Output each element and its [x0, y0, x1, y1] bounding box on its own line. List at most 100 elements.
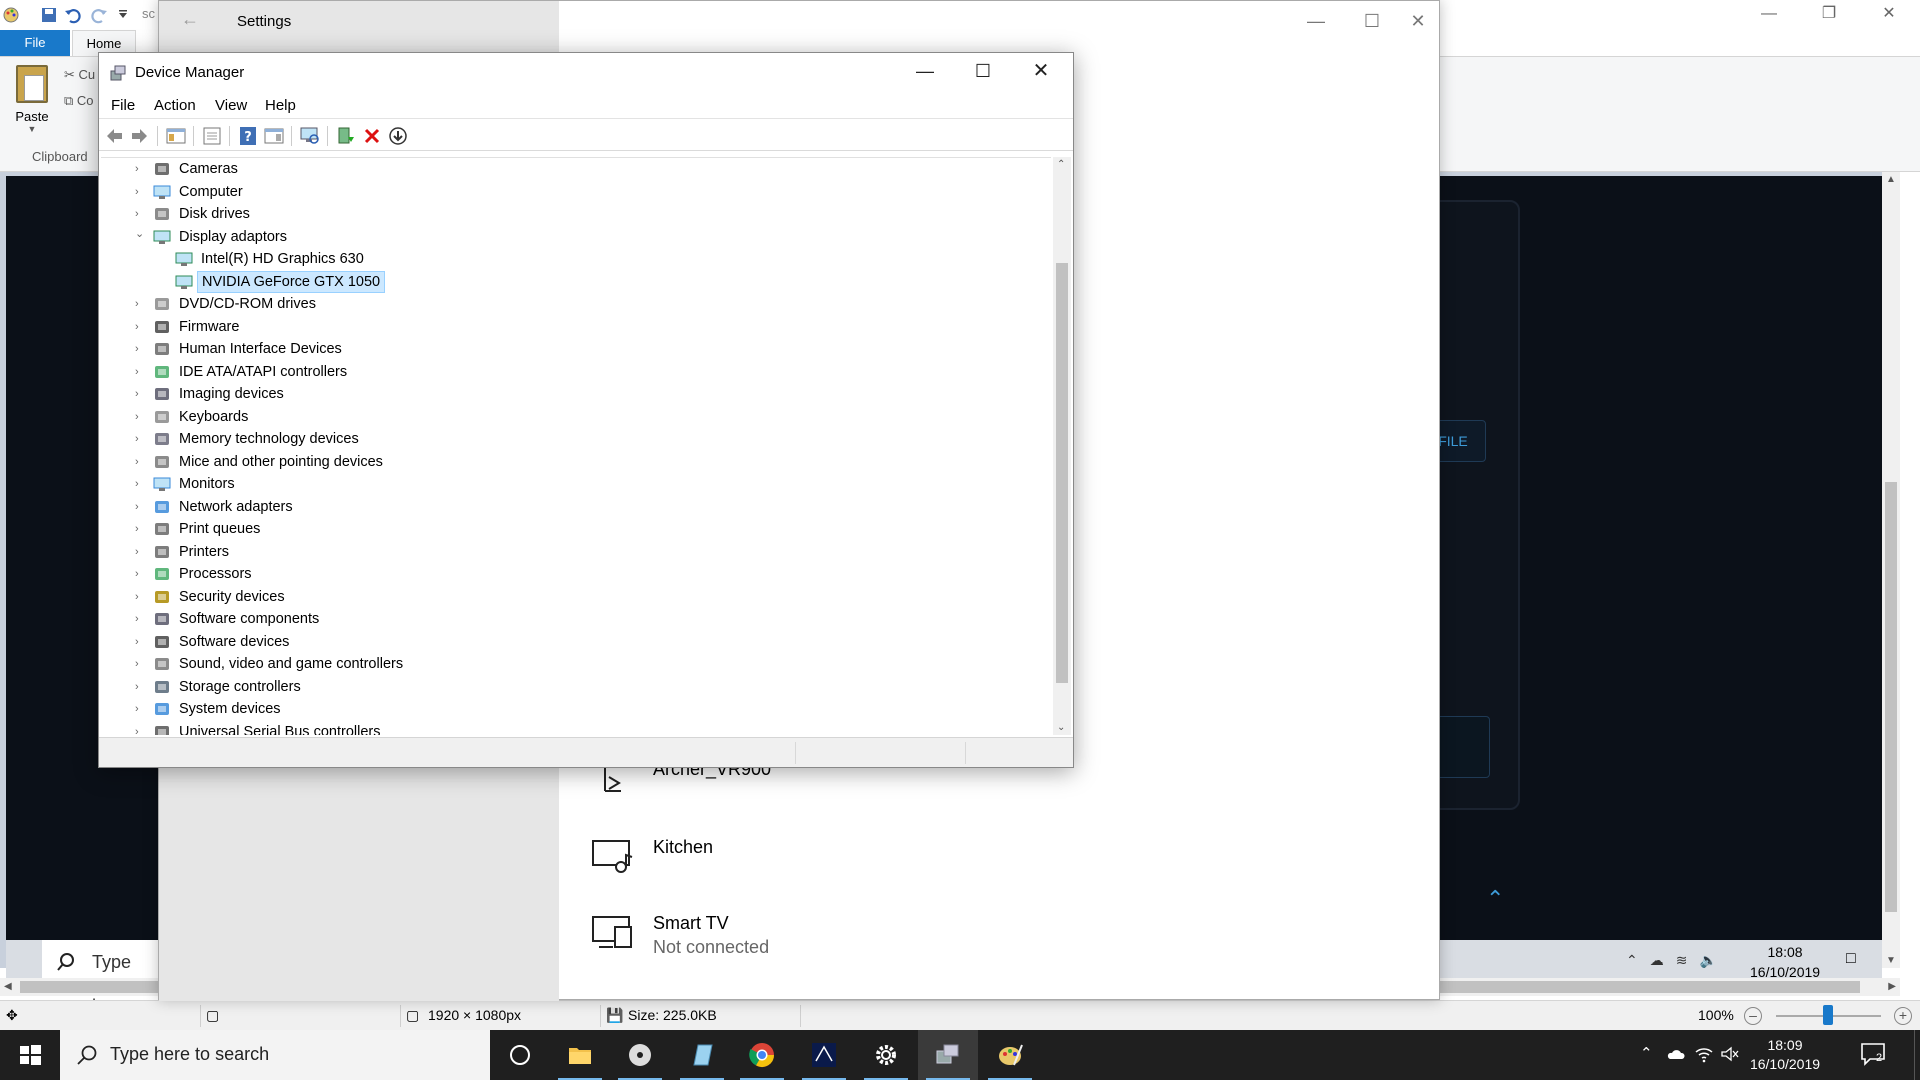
tree-item[interactable]: › Print queues	[101, 518, 1041, 540]
taskbar-paint[interactable]	[980, 1030, 1040, 1080]
forward-arrow-icon[interactable]	[129, 125, 151, 147]
tree-item[interactable]: › Firmware	[101, 316, 1041, 338]
help-icon[interactable]: ?	[237, 125, 259, 147]
scroll-down-icon[interactable]: ▼	[1886, 955, 1896, 966]
menu-view[interactable]: View	[215, 97, 247, 114]
taskbar-device-manager[interactable]	[918, 1030, 978, 1080]
scroll-down-icon[interactable]: ⌄	[1057, 722, 1065, 733]
paint-close-button[interactable]: ✕	[1866, 0, 1912, 30]
volume-muted-icon[interactable]	[1720, 1044, 1740, 1064]
chevron-right-icon[interactable]: ›	[135, 518, 145, 540]
device-tree[interactable]: › Cameras › Computer › Disk drives ⌄ Display ad…	[101, 157, 1051, 735]
chevron-right-icon[interactable]: ›	[135, 293, 145, 315]
show-desktop-button[interactable]	[1914, 1030, 1920, 1080]
tree-item[interactable]: › Cameras	[101, 158, 1041, 180]
chevron-right-icon[interactable]: ›	[135, 361, 145, 383]
tree-item[interactable]: › Computer	[101, 181, 1041, 203]
customize-qat-icon[interactable]	[114, 6, 132, 24]
tree-item[interactable]: › Mice and other pointing devices	[101, 451, 1041, 473]
menu-action[interactable]: Action	[154, 97, 196, 114]
settings-minimize-button[interactable]: —	[1293, 7, 1339, 35]
chevron-right-icon[interactable]: ›	[135, 383, 145, 405]
tree-item[interactable]: › IDE ATA/ATAPI controllers	[101, 361, 1041, 383]
tree-item[interactable]: › Processors	[101, 563, 1041, 585]
settings-maximize-button[interactable]: ☐	[1349, 7, 1395, 35]
tree-item[interactable]: Intel(R) HD Graphics 630	[101, 248, 1041, 270]
chevron-up-icon[interactable]: ⌃	[1640, 1044, 1660, 1064]
menu-help[interactable]: Help	[265, 97, 296, 114]
cut-button[interactable]: ✂ Cu	[64, 67, 95, 83]
tree-item[interactable]: › Security devices	[101, 586, 1041, 608]
tree-item[interactable]: › Keyboards	[101, 406, 1041, 428]
chevron-right-icon[interactable]: ›	[135, 586, 145, 608]
settings-close-button[interactable]: ✕	[1395, 7, 1441, 35]
chevron-right-icon[interactable]: ›	[135, 451, 145, 473]
vertical-scroll-thumb[interactable]	[1885, 482, 1897, 912]
chevron-right-icon[interactable]: ›	[135, 496, 145, 518]
tree-item[interactable]: › Monitors	[101, 473, 1041, 495]
save-icon[interactable]	[40, 6, 58, 24]
taskbar-game[interactable]	[794, 1030, 854, 1080]
redo-icon[interactable]	[90, 6, 108, 24]
tree-item[interactable]: › Human Interface Devices	[101, 338, 1041, 360]
taskbar-chrome[interactable]	[732, 1030, 792, 1080]
taskbar-clock[interactable]: 18:09 16/10/2019	[1740, 1036, 1830, 1074]
tree-item[interactable]: › Memory technology devices	[101, 428, 1041, 450]
chevron-right-icon[interactable]: ›	[135, 428, 145, 450]
chevron-right-icon[interactable]: ›	[135, 406, 145, 428]
chevron-right-icon[interactable]: ›	[135, 721, 145, 736]
device-tree-scrollbar[interactable]: ⌃ ⌄	[1053, 157, 1071, 735]
chevron-down-icon[interactable]: ⌄	[135, 223, 145, 245]
update-driver-icon[interactable]	[335, 125, 357, 147]
chevron-right-icon[interactable]: ›	[135, 541, 145, 563]
dm-minimize-button[interactable]: —	[897, 53, 953, 89]
onedrive-cloud-icon[interactable]	[1666, 1044, 1686, 1064]
chevron-right-icon[interactable]: ›	[135, 563, 145, 585]
tree-item[interactable]: › Storage controllers	[101, 676, 1041, 698]
action-pane-icon[interactable]	[263, 125, 285, 147]
scroll-up-icon[interactable]: ⌃	[1057, 159, 1065, 170]
properties-icon[interactable]	[201, 125, 223, 147]
tree-item[interactable]: › Disk drives	[101, 203, 1041, 225]
scroll-left-icon[interactable]: ◀	[4, 981, 12, 992]
tree-item[interactable]: › Sound, video and game controllers	[101, 653, 1041, 675]
zoom-in-button[interactable]: +	[1894, 1007, 1912, 1025]
chevron-right-icon[interactable]: ›	[135, 158, 145, 180]
tree-item[interactable]: › Imaging devices	[101, 383, 1041, 405]
paint-minimize-button[interactable]: —	[1746, 0, 1792, 30]
chevron-right-icon[interactable]: ›	[135, 698, 145, 720]
undo-icon[interactable]	[64, 6, 82, 24]
uninstall-device-icon[interactable]	[361, 125, 383, 147]
menu-file[interactable]: File	[111, 97, 135, 114]
tree-item[interactable]: › System devices	[101, 698, 1041, 720]
tree-item[interactable]: NVIDIA GeForce GTX 1050	[101, 270, 1041, 293]
tree-item[interactable]: ⌄ Display adaptors	[101, 226, 1041, 248]
chevron-right-icon[interactable]: ›	[135, 338, 145, 360]
scroll-right-icon[interactable]: ▶	[1888, 981, 1896, 992]
tree-scroll-thumb[interactable]	[1056, 263, 1068, 683]
taskbar-media-player[interactable]	[610, 1030, 670, 1080]
wifi-icon[interactable]	[1694, 1044, 1714, 1064]
tree-item[interactable]: › Universal Serial Bus controllers	[101, 721, 1041, 736]
device-manager-titlebar[interactable]: Device Manager — ☐ ✕	[99, 53, 1073, 93]
taskbar-file-explorer[interactable]	[550, 1030, 610, 1080]
dm-close-button[interactable]: ✕	[1013, 53, 1069, 89]
paint-restore-button[interactable]: ❐	[1806, 0, 1852, 30]
zoom-out-button[interactable]: –	[1744, 1007, 1762, 1025]
scan-hardware-changes-icon[interactable]	[299, 125, 321, 147]
enable-device-icon[interactable]	[387, 125, 409, 147]
chevron-right-icon[interactable]: ›	[135, 608, 145, 630]
tree-item[interactable]: › Network adapters	[101, 496, 1041, 518]
tree-item[interactable]: › Software components	[101, 608, 1041, 630]
action-center-button[interactable]: 2	[1860, 1042, 1890, 1068]
task-view-button[interactable]	[490, 1030, 550, 1080]
chevron-right-icon[interactable]: ›	[135, 676, 145, 698]
paint-app-icon[interactable]	[2, 6, 20, 24]
chevron-right-icon[interactable]: ›	[135, 316, 145, 338]
dm-maximize-button[interactable]: ☐	[955, 53, 1011, 89]
windows-start-icon[interactable]	[0, 1030, 60, 1080]
tree-item[interactable]: › Software devices	[101, 631, 1041, 653]
copy-button[interactable]: ⧉ Co	[64, 93, 94, 109]
back-arrow-icon[interactable]: ←	[181, 9, 199, 30]
taskbar-notepad[interactable]	[672, 1030, 732, 1080]
